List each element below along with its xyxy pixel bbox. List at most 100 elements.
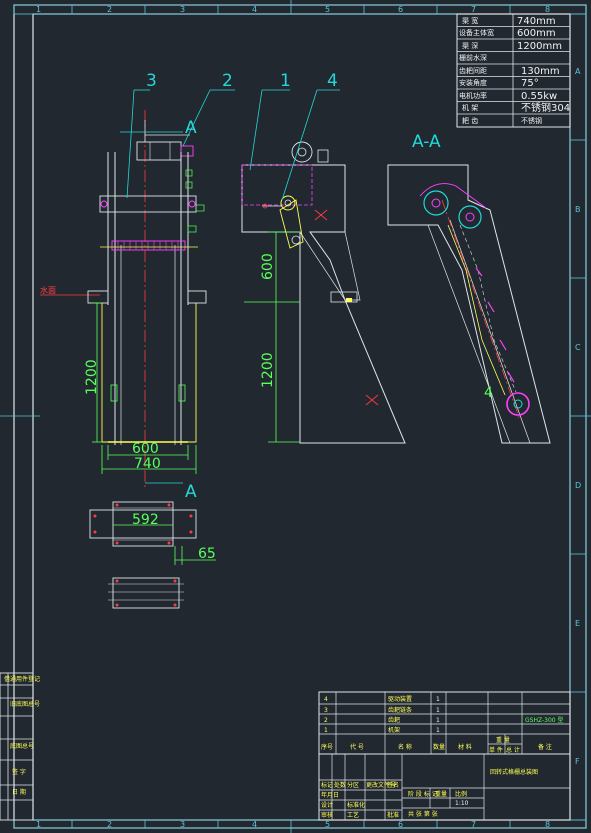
row-label-b: B (575, 205, 581, 214)
parts-no-4: 1 (324, 727, 328, 734)
spec-value-body-width: 600mm (517, 28, 556, 39)
drive-cover (241, 164, 313, 206)
sig-row-review: 审核 (321, 811, 333, 819)
spec-table: 渠 宽 740mm 设备主体宽 600mm 渠 深 1200mm 栅前水深 齿耙… (456, 13, 571, 128)
col-label-8: 8 (545, 5, 550, 14)
col-label-bottom-1: 1 (36, 820, 41, 829)
col-label-6: 6 (398, 5, 403, 14)
section-frame-outline (387, 164, 551, 444)
sig-row-mark: 标记 (321, 781, 333, 789)
drive-motor (136, 141, 182, 161)
scale-value: 1:10 (455, 800, 469, 807)
spec-value-channel-width: 740mm (517, 16, 556, 27)
motor-coupling (180, 145, 194, 157)
cad-drawing-canvas: 1 2 3 4 5 6 7 8 1 2 3 4 5 6 7 8 A B C D … (0, 0, 591, 833)
sig-row-zone: 分区 (347, 781, 359, 789)
parts-header-remark: 备 注 (538, 743, 552, 751)
scale-label: 比例 (455, 790, 467, 798)
spec-value-install-angle: 75° (521, 78, 539, 89)
left-strip-2: 旧底图总号 (10, 700, 40, 708)
parts-header-unit: 单 件 (489, 746, 503, 754)
dim-front-depth: 1200 (84, 359, 100, 395)
spec-value-frame: 不锈钢304 (521, 101, 570, 114)
plan-detail: 592 65 (89, 501, 216, 609)
callout-4: 4 (327, 71, 338, 91)
right-zone-strip (569, 13, 587, 821)
spec-value-motor-power: 0.55kw (521, 91, 557, 102)
parts-name-1: 驱动装置 (388, 695, 412, 703)
callout-2: 2 (222, 71, 233, 91)
section-mark-bottom: A (185, 482, 197, 502)
weight-label: 重量 (435, 790, 447, 798)
spec-value-channel-depth: 1200mm (517, 41, 562, 52)
side-view: 600 1200 1 4 (241, 71, 406, 444)
parts-no-1: 4 (324, 696, 328, 703)
dim-plan-offset: 65 (198, 546, 216, 562)
row-label-c: C (575, 343, 581, 352)
left-strip-5: 日 期 (12, 788, 26, 796)
parts-header-no: 序号 (321, 743, 333, 751)
water-level-label: 水面 (40, 285, 56, 295)
parts-list: 4 驱动装置 1 3 齿耙链条 1 GSHZ-300 型 2 齿耙 1 1 机架… (318, 691, 571, 755)
front-channel-outline (101, 303, 197, 443)
sig-row-date: 年月日 (321, 791, 339, 799)
col-label-7: 7 (471, 5, 476, 14)
spec-label-install-angle: 安装角度 (459, 78, 487, 87)
sig-row-standard: 标准化 (347, 801, 365, 809)
parts-qty-1: 1 (436, 696, 440, 703)
row-label-f: F (575, 757, 580, 766)
col-label-bottom-6: 6 (398, 820, 403, 829)
left-strip-3: 底图总号 (10, 742, 34, 750)
top-zone-dividers (0, 0, 591, 833)
left-strip-4: 签 字 (12, 768, 26, 776)
title-block: 回转式格栅总装图 阶 段 标 记 重量 比例 1:10 共 张 第 张 标记 处… (318, 753, 571, 821)
parts-note: GSHZ-300 型 (525, 716, 564, 724)
left-record-strip: 借通用件登记 旧底图总号 底图总号 签 字 日 期 (0, 672, 40, 821)
spec-label-water-depth: 栅前水深 (459, 53, 487, 62)
callout-3: 3 (146, 71, 157, 91)
col-label-bottom-3: 3 (180, 820, 185, 829)
section-view-title: A-A (412, 132, 441, 152)
row-label-e: E (575, 619, 580, 628)
sig-row-sign: 签名 (387, 781, 399, 789)
parts-qty-3: 1 (436, 717, 440, 724)
parts-header-material: 材 料 (458, 743, 472, 751)
front-view: 水面 600 740 1200 A A 3 2 (40, 71, 235, 502)
col-label-5: 5 (325, 5, 330, 14)
parts-qty-4: 1 (436, 727, 440, 734)
sig-row-process: 工艺 (347, 811, 359, 819)
spec-label-channel-depth: 渠 深 (462, 41, 478, 50)
sig-row-approve: 批准 (387, 811, 399, 819)
sig-row-design: 设计 (321, 801, 333, 809)
parts-header-total: 总 计 (506, 746, 520, 754)
col-label-bottom-5: 5 (325, 820, 330, 829)
col-label-1: 1 (36, 5, 41, 14)
stage-label: 阶 段 标 记 (408, 790, 438, 798)
top-zone-labels: 1 2 3 4 5 6 7 8 (36, 5, 550, 14)
rake-tooth-bar (111, 240, 186, 251)
spec-value-rake-spacing: 130mm (521, 66, 560, 77)
sheet-label: 共 张 第 张 (408, 810, 438, 818)
col-label-2: 2 (107, 5, 112, 14)
col-label-bottom-4: 4 (252, 820, 257, 829)
col-label-bottom-8: 8 (545, 820, 550, 829)
sheet-inner-border (32, 13, 571, 821)
parts-name-3: 齿耙 (388, 716, 400, 724)
top-sprocket-right (458, 205, 482, 229)
col-label-bottom-7: 7 (471, 820, 476, 829)
dim-section-angle: 4 (484, 385, 493, 401)
parts-header-name: 名 称 (398, 743, 412, 751)
left-strip-1: 借通用件登记 (4, 675, 40, 683)
spec-label-rake-spacing: 齿耙间距 (459, 67, 487, 75)
spec-label-body-width: 设备主体宽 (459, 28, 494, 37)
top-zone-strip (13, 4, 587, 15)
row-label-d: D (575, 481, 581, 490)
sig-row-count: 处数 (334, 781, 346, 789)
parts-name-2: 齿耙链条 (388, 706, 412, 714)
top-sprocket-left (423, 190, 449, 216)
section-aa-view: A-A 4 (387, 132, 551, 444)
col-label-3: 3 (180, 5, 185, 14)
bottom-sprocket (506, 392, 530, 416)
parts-no-2: 3 (324, 707, 328, 714)
bottom-zone-strip (13, 819, 587, 829)
